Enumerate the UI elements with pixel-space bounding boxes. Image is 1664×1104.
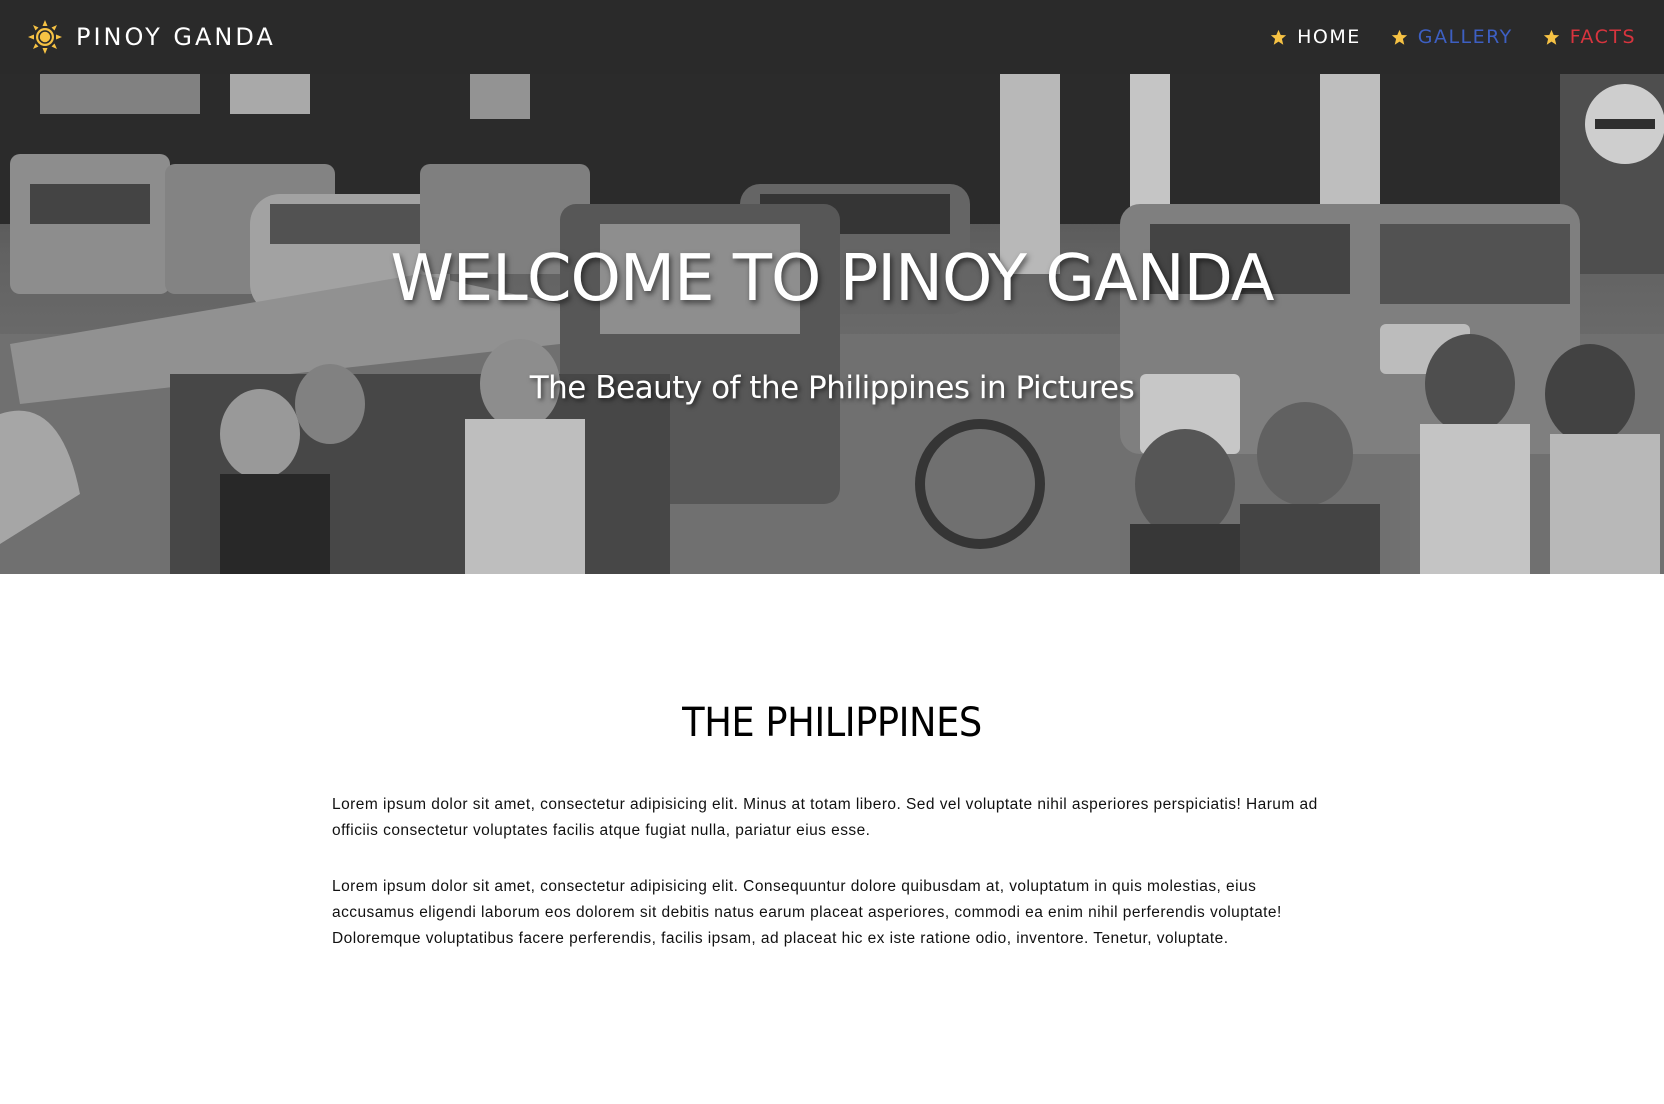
nav-menu: HOME GALLERY FACTS — [1270, 26, 1636, 48]
nav-home[interactable]: HOME — [1270, 26, 1361, 48]
nav-home-label: HOME — [1297, 26, 1361, 48]
navbar: PINOY GANDA HOME GALLERY FACTS — [0, 0, 1664, 74]
sun-icon — [28, 20, 62, 54]
hero-title: WELCOME TO PINOY GANDA — [390, 242, 1274, 316]
hero-background-image — [0, 74, 1664, 574]
hero-banner: WELCOME TO PINOY GANDA The Beauty of the… — [0, 74, 1664, 574]
paragraph: Lorem ipsum dolor sit amet, consectetur … — [332, 796, 1318, 839]
nav-gallery-label: GALLERY — [1417, 26, 1513, 48]
star-icon — [1270, 29, 1287, 45]
nav-facts[interactable]: FACTS — [1543, 26, 1636, 48]
star-icon — [1391, 29, 1407, 45]
hero-subtitle: The Beauty of the Philippines in Picture… — [529, 370, 1135, 406]
nav-facts-label: FACTS — [1569, 26, 1636, 48]
star-icon — [1543, 29, 1559, 45]
nav-gallery[interactable]: GALLERY — [1391, 26, 1513, 48]
brand-name: PINOY GANDA — [76, 23, 276, 51]
section-title: THE PHILIPPINES — [682, 700, 982, 746]
main-content: THE PHILIPPINES Lorem ipsum dolor sit am… — [332, 700, 1332, 982]
paragraph: Lorem ipsum dolor sit amet, consectetur … — [332, 878, 1282, 947]
brand-link[interactable]: PINOY GANDA — [28, 20, 276, 54]
